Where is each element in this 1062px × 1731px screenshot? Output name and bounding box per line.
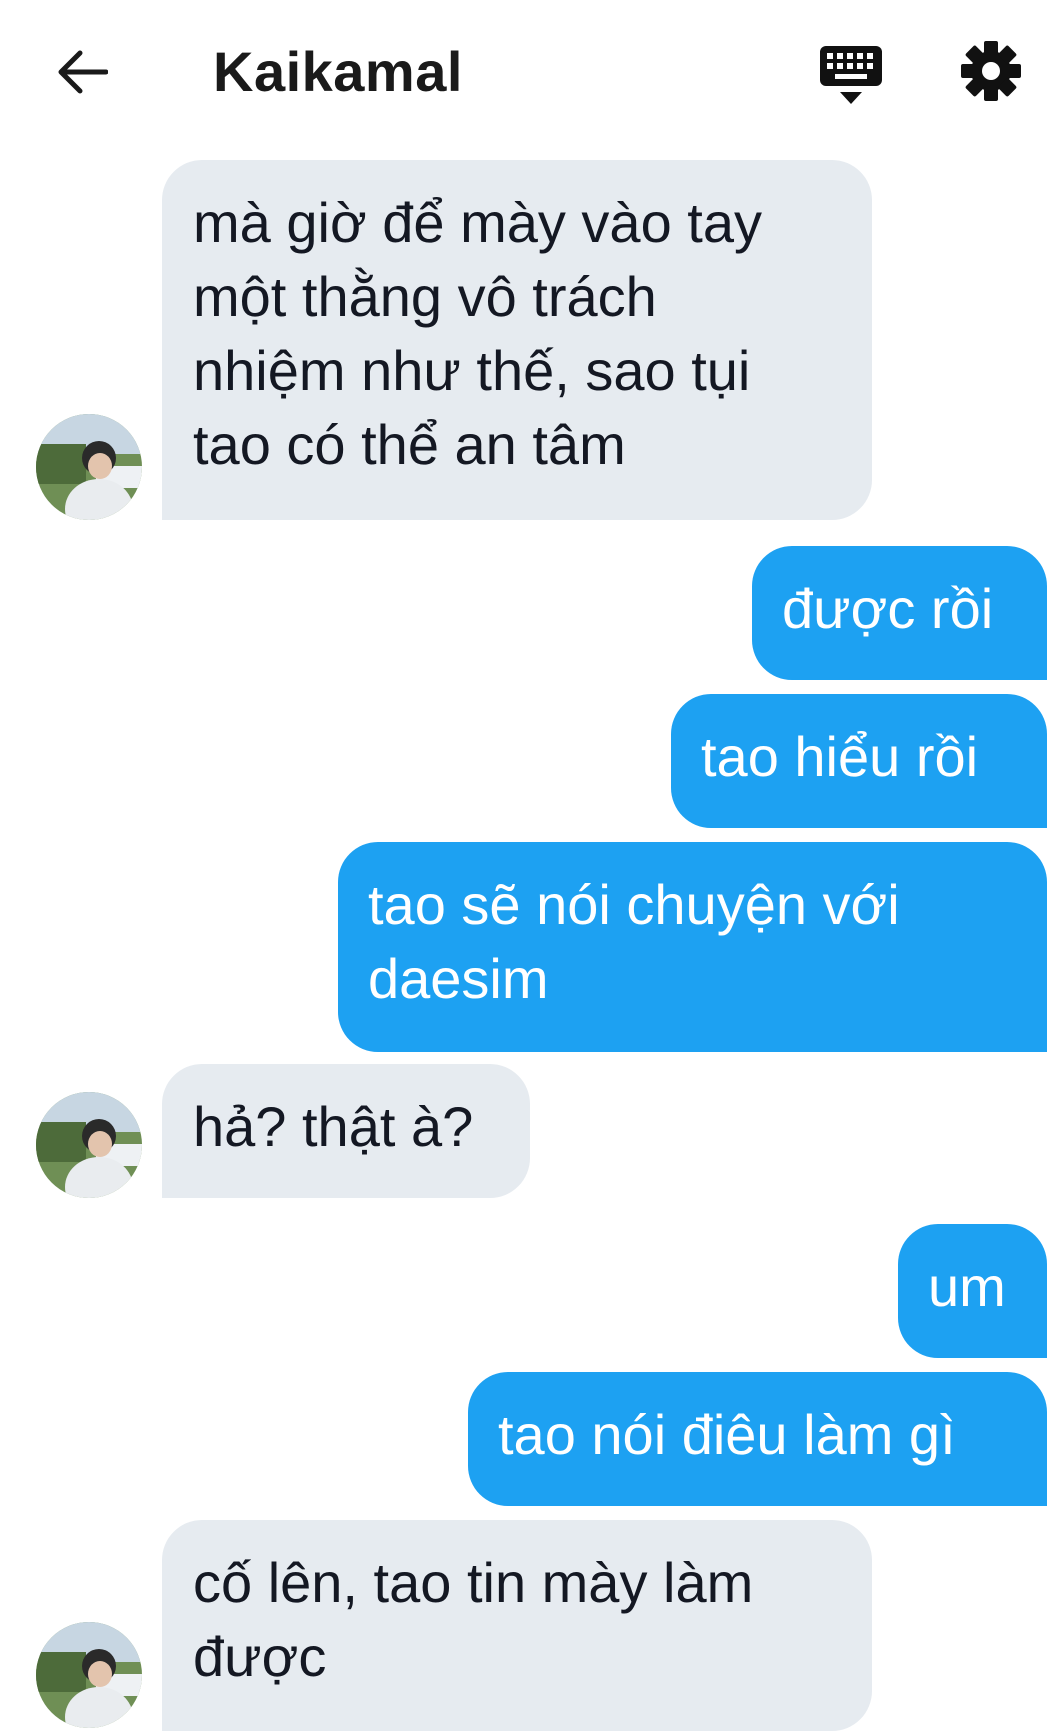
outgoing-message[interactable]: tao nói điêu làm gì	[468, 1372, 1047, 1506]
keyboard-button[interactable]	[818, 44, 884, 106]
incoming-message[interactable]: cố lên, tao tin mày làm được	[162, 1520, 872, 1731]
back-button[interactable]	[52, 44, 112, 100]
contact-avatar[interactable]	[36, 1092, 142, 1198]
message-line: nhiệm như thế, sao tụi	[193, 339, 751, 402]
message-line: tao có thể an tâm	[193, 413, 626, 476]
message-line: một thằng vô trách	[193, 265, 657, 328]
incoming-message[interactable]: mà giờ để mày vào tay một thằng vô trách…	[162, 160, 872, 520]
message-line: daesim	[368, 947, 549, 1010]
outgoing-message[interactable]: um	[898, 1224, 1047, 1358]
conversation-title: Kaikamal	[213, 40, 463, 103]
keyboard-icon	[820, 46, 882, 104]
outgoing-message[interactable]: tao sẽ nói chuyện với daesim	[338, 842, 1047, 1052]
message-line: tao sẽ nói chuyện với	[368, 873, 900, 936]
message-line: được	[193, 1625, 327, 1688]
avatar-photo	[36, 414, 142, 520]
contact-avatar[interactable]	[36, 1622, 142, 1728]
outgoing-message[interactable]: được rồi	[752, 546, 1047, 680]
chat-header: Kaikamal	[0, 0, 1062, 140]
message-line: tao nói điêu làm gì	[498, 1403, 956, 1466]
message-line: um	[928, 1255, 1006, 1318]
contact-avatar[interactable]	[36, 414, 142, 520]
gear-icon	[961, 41, 1021, 101]
avatar-photo	[36, 1092, 142, 1198]
message-line: mà giờ để mày vào tay	[193, 191, 762, 254]
message-line: hả? thật à?	[193, 1095, 474, 1158]
avatar-photo	[36, 1622, 142, 1728]
outgoing-message[interactable]: tao hiểu rồi	[671, 694, 1047, 828]
message-line: được rồi	[782, 577, 994, 640]
arrow-left-icon	[58, 50, 108, 94]
message-line: tao hiểu rồi	[701, 725, 979, 788]
message-line: cố lên, tao tin mày làm	[193, 1551, 754, 1614]
incoming-message[interactable]: hả? thật à?	[162, 1064, 530, 1198]
settings-button[interactable]	[960, 40, 1022, 102]
